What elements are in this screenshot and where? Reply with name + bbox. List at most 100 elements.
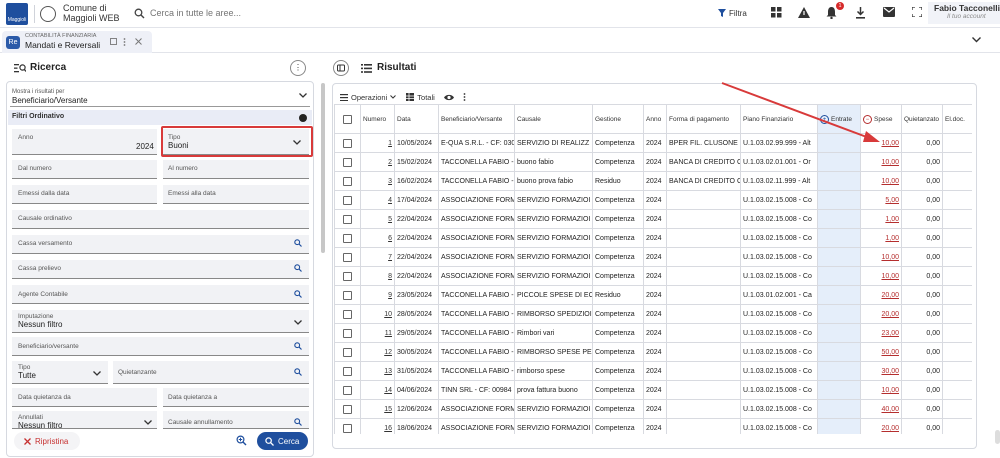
col-header[interactable]: Forma di pagamento <box>666 104 741 134</box>
spese-cell[interactable]: 40,00 <box>860 399 902 419</box>
row-checkbox-cell[interactable] <box>334 323 361 343</box>
numero-cell[interactable]: 2 <box>360 152 395 172</box>
numero-cell[interactable]: 9 <box>360 285 395 305</box>
spese-link[interactable]: 10,00 <box>881 254 899 261</box>
spese-cell[interactable]: 10,00 <box>860 380 902 400</box>
spese-cell[interactable]: 1,00 <box>860 209 902 229</box>
numero-link[interactable]: 16 <box>384 425 392 432</box>
chevron-down-icon[interactable] <box>972 37 981 43</box>
row-checkbox-cell[interactable] <box>334 304 361 324</box>
row-checkbox-cell[interactable] <box>334 228 361 248</box>
col-header[interactable]: Quietanzato <box>901 104 943 134</box>
numero-cell[interactable]: 4 <box>360 190 395 210</box>
numero-link[interactable]: 9 <box>388 292 392 299</box>
row-checkbox[interactable] <box>343 138 352 148</box>
row-checkbox-cell[interactable] <box>334 266 361 286</box>
spese-cell[interactable]: 23,00 <box>860 323 902 343</box>
select-all-checkbox[interactable] <box>343 114 352 124</box>
table-row[interactable]: 7 22/04/2024 ASSOCIAZIONE FORM SERVIZIO FOR… <box>334 247 972 267</box>
numero-cell[interactable]: 13 <box>360 361 395 381</box>
spese-cell[interactable]: 20,00 <box>860 418 902 434</box>
row-checkbox-cell[interactable] <box>334 209 361 229</box>
numero-cell[interactable]: 5 <box>360 209 395 229</box>
global-search-input[interactable] <box>150 5 690 21</box>
col-header[interactable]: El.doc. <box>942 104 972 134</box>
search-icon[interactable] <box>294 342 302 350</box>
spese-link[interactable]: 5,00 <box>885 197 899 204</box>
numero-link[interactable]: 2 <box>388 159 392 166</box>
row-checkbox-cell[interactable] <box>334 342 361 362</box>
numero-link[interactable]: 6 <box>388 235 392 242</box>
numero-cell[interactable]: 3 <box>360 171 395 191</box>
table-row[interactable]: 12 30/05/2024 TACCONELLA FABIO - RIMBORSO S… <box>334 342 972 362</box>
row-checkbox[interactable] <box>343 385 352 395</box>
row-checkbox[interactable] <box>343 328 352 338</box>
col-header[interactable]: Causale <box>514 104 593 134</box>
spese-cell[interactable]: 10,00 <box>860 266 902 286</box>
table-row[interactable]: 4 17/04/2024 ASSOCIAZIONE FORM SERVIZIO FOR… <box>334 190 972 210</box>
table-row[interactable]: 3 16/02/2024 TACCONELLA FABIO - buono prova… <box>334 171 972 191</box>
row-checkbox[interactable] <box>343 252 352 262</box>
row-checkbox[interactable] <box>343 309 352 319</box>
table-row[interactable]: 9 23/05/2024 TACCONELLA FABIO - PICCOLE SPE… <box>334 285 972 305</box>
row-checkbox-cell[interactable] <box>334 361 361 381</box>
search-button[interactable]: Cerca <box>257 432 308 450</box>
row-checkbox[interactable] <box>343 195 352 205</box>
numero-cell[interactable]: 8 <box>360 266 395 286</box>
row-checkbox-cell[interactable] <box>334 247 361 267</box>
search-panel-menu-button[interactable]: ⋮ <box>290 60 306 76</box>
pin-icon[interactable] <box>110 38 117 45</box>
maggioli-logo[interactable]: Maggioli <box>6 3 28 25</box>
fullscreen-icon[interactable] <box>912 7 924 19</box>
totali-button[interactable]: Totali <box>406 93 435 102</box>
spese-cell[interactable]: 50,00 <box>860 342 902 362</box>
table-row[interactable]: 5 22/04/2024 ASSOCIAZIONE FORM SERVIZIO FOR… <box>334 209 972 229</box>
numero-cell[interactable]: 14 <box>360 380 395 400</box>
col-header[interactable]: Data <box>394 104 439 134</box>
spese-cell[interactable]: 5,00 <box>860 190 902 210</box>
toggle-sidebar-button[interactable] <box>333 60 349 76</box>
row-checkbox[interactable] <box>343 290 352 300</box>
row-checkbox-cell[interactable] <box>334 152 361 172</box>
numero-cell[interactable]: 1 <box>360 133 395 153</box>
row-checkbox[interactable] <box>343 366 352 376</box>
table-row[interactable]: 15 12/06/2024 ASSOCIAZIONE FORM SERVIZIO FO… <box>334 399 972 419</box>
row-checkbox[interactable] <box>343 404 352 414</box>
col-header[interactable]: Anno <box>643 104 667 134</box>
numero-link[interactable]: 8 <box>388 273 392 280</box>
spese-link[interactable]: 10,00 <box>881 387 899 394</box>
more-options-icon[interactable] <box>463 93 466 101</box>
spese-cell[interactable]: 10,00 <box>860 171 902 191</box>
col-header[interactable]: Piano Finanziario <box>740 104 818 134</box>
spese-cell[interactable]: 10,00 <box>860 247 902 267</box>
row-checkbox[interactable] <box>343 176 352 186</box>
spese-link[interactable]: 1,00 <box>885 216 899 223</box>
row-checkbox-cell[interactable] <box>334 399 361 419</box>
numero-cell[interactable]: 11 <box>360 323 395 343</box>
row-checkbox-cell[interactable] <box>334 380 361 400</box>
spese-link[interactable]: 30,00 <box>881 368 899 375</box>
row-checkbox[interactable] <box>343 157 352 167</box>
numero-cell[interactable]: 7 <box>360 247 395 267</box>
spese-link[interactable]: 10,00 <box>881 140 899 147</box>
spese-link[interactable]: 1,00 <box>885 235 899 242</box>
numero-cell[interactable]: 16 <box>360 418 395 434</box>
numero-link[interactable]: 13 <box>384 368 392 375</box>
collapse-icon[interactable] <box>299 114 307 122</box>
search-icon[interactable] <box>294 368 302 376</box>
numero-link[interactable]: 5 <box>388 216 392 223</box>
numero-link[interactable]: 15 <box>384 406 392 413</box>
select-all-cell[interactable] <box>334 104 361 134</box>
show-results-select[interactable]: Beneficiario/Versante <box>12 96 88 105</box>
spese-cell[interactable]: 1,00 <box>860 228 902 248</box>
table-row[interactable]: 14 04/06/2024 TINN SRL - CF: 00984 prova fa… <box>334 380 972 400</box>
numero-link[interactable]: 7 <box>388 254 392 261</box>
table-row[interactable]: 13 31/05/2024 TACCONELLA FABIO - rimborso s… <box>334 361 972 381</box>
table-row[interactable]: 11 29/05/2024 TACCONELLA FABIO - Rimbori va… <box>334 323 972 343</box>
row-checkbox[interactable] <box>343 347 352 357</box>
search-panel-scrollbar[interactable] <box>321 83 325 253</box>
mail-icon[interactable] <box>883 7 895 19</box>
row-checkbox-cell[interactable] <box>334 133 361 153</box>
numero-link[interactable]: 1 <box>388 140 392 147</box>
numero-link[interactable]: 14 <box>384 387 392 394</box>
